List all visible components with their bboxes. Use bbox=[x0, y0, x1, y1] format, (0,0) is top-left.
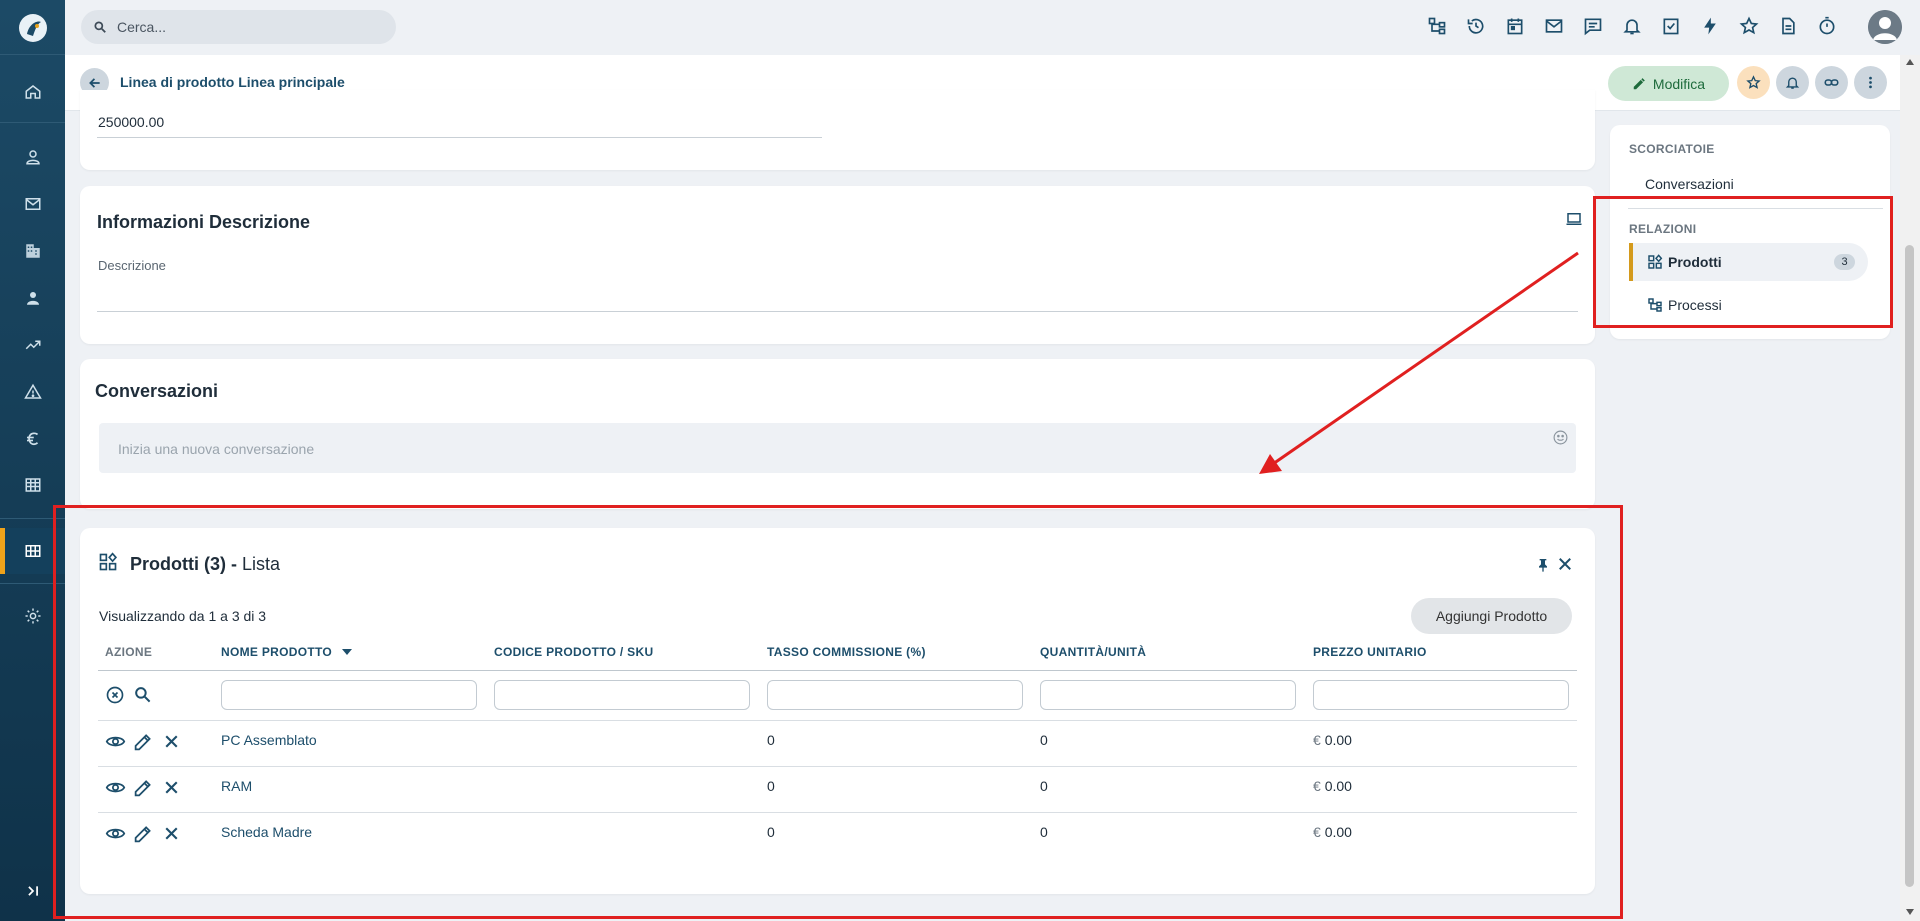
field-underline bbox=[97, 137, 822, 138]
sidebar-item-reports[interactable] bbox=[0, 462, 65, 508]
sidebar-item-cases[interactable] bbox=[0, 369, 65, 415]
scroll-up-arrow[interactable] bbox=[1906, 59, 1914, 65]
person-icon bbox=[24, 289, 42, 307]
mail-icon[interactable] bbox=[1544, 16, 1564, 39]
chat-icon[interactable] bbox=[1583, 16, 1603, 39]
more-actions-button[interactable] bbox=[1854, 66, 1887, 99]
scroll-thumb[interactable] bbox=[1905, 245, 1914, 887]
building-icon bbox=[24, 242, 42, 260]
sidebar-item-opportunities[interactable] bbox=[0, 322, 65, 368]
sidebar-divider bbox=[0, 122, 65, 123]
monitor-icon[interactable] bbox=[1565, 210, 1583, 228]
task-icon[interactable] bbox=[1661, 16, 1681, 39]
sidebar-item-contacts[interactable] bbox=[0, 275, 65, 321]
star-icon[interactable] bbox=[1739, 16, 1759, 39]
search-bar[interactable] bbox=[81, 10, 396, 44]
favorite-button[interactable] bbox=[1737, 66, 1770, 99]
user-icon bbox=[24, 148, 42, 166]
table-icon bbox=[24, 476, 42, 494]
sidebar-item-companies[interactable] bbox=[0, 228, 65, 274]
arrow-left-icon bbox=[88, 76, 102, 90]
panel-title: Informazioni Descrizione bbox=[97, 212, 311, 232]
edit-button-label: Modifica bbox=[1652, 75, 1706, 92]
mail-icon bbox=[24, 195, 42, 213]
app-logo[interactable] bbox=[19, 14, 47, 42]
panel-title: Conversazioni bbox=[95, 381, 219, 401]
description-label: Descrizione bbox=[98, 258, 166, 273]
copy-link-button[interactable] bbox=[1815, 66, 1848, 99]
link-icon bbox=[1824, 75, 1839, 90]
sidebar-item-home[interactable] bbox=[0, 69, 65, 115]
gear-icon bbox=[24, 607, 42, 625]
sidebar-item-finance[interactable] bbox=[0, 416, 65, 462]
scrollbar[interactable] bbox=[1900, 55, 1920, 921]
bell-icon[interactable] bbox=[1622, 16, 1642, 39]
kebab-menu-icon bbox=[1863, 75, 1878, 90]
pencil-icon bbox=[1632, 77, 1646, 91]
search-input[interactable] bbox=[115, 18, 379, 36]
star-icon bbox=[1746, 75, 1761, 90]
annotation-box-products bbox=[53, 505, 1623, 919]
bell-icon bbox=[1785, 75, 1800, 90]
description-field[interactable] bbox=[97, 311, 1578, 312]
home-icon bbox=[24, 83, 42, 101]
warning-icon bbox=[23, 383, 42, 401]
sidebar-item-mail[interactable] bbox=[0, 181, 65, 227]
page-title: Linea di prodotto Linea principale bbox=[120, 74, 345, 90]
hierarchy-icon[interactable] bbox=[1427, 16, 1447, 39]
conversations-panel: Conversazioni bbox=[80, 359, 1595, 509]
scroll-down-arrow[interactable] bbox=[1906, 909, 1914, 915]
shortcuts-heading: SCORCIATOIE bbox=[1629, 142, 1715, 156]
bolt-icon[interactable] bbox=[1700, 16, 1720, 39]
details-panel: 250000.00 bbox=[80, 90, 1595, 170]
euro-icon bbox=[24, 430, 42, 448]
field-value: 250000.00 bbox=[98, 114, 165, 130]
search-icon bbox=[93, 20, 107, 34]
sidebar-item-users[interactable] bbox=[0, 134, 65, 180]
conversation-composer[interactable] bbox=[99, 423, 1576, 475]
annotation-box-relations bbox=[1593, 196, 1893, 328]
expand-icon bbox=[26, 884, 40, 898]
document-icon[interactable] bbox=[1778, 16, 1798, 39]
description-panel: Informazioni Descrizione Descrizione bbox=[80, 186, 1595, 344]
emoji-icon[interactable] bbox=[1552, 429, 1569, 446]
calendar-icon[interactable] bbox=[1505, 16, 1525, 39]
avatar[interactable] bbox=[1868, 10, 1902, 44]
shortcut-conversations[interactable]: Conversazioni bbox=[1645, 176, 1734, 192]
grid-icon bbox=[24, 542, 42, 560]
trending-icon bbox=[24, 336, 42, 354]
topbar bbox=[65, 0, 1920, 55]
edit-button[interactable]: Modifica bbox=[1608, 66, 1729, 101]
sidebar-divider bbox=[0, 54, 65, 55]
conversation-input[interactable] bbox=[99, 423, 1540, 475]
timer-icon[interactable] bbox=[1817, 16, 1837, 39]
follow-button[interactable] bbox=[1776, 66, 1809, 99]
history-icon[interactable] bbox=[1466, 16, 1486, 39]
